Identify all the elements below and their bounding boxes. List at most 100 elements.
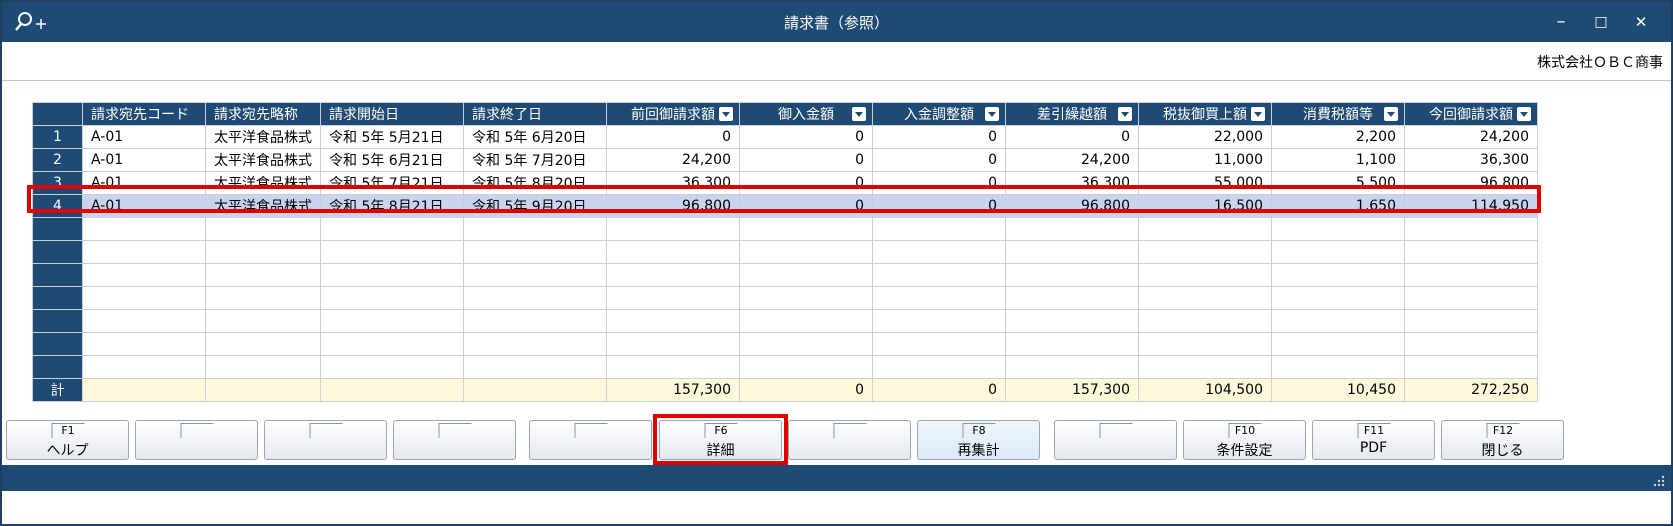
filter-dropdown-icon[interactable] xyxy=(1517,107,1531,121)
table-row[interactable]: 3 A-01 太平洋食品株式 令和 5年 7月21日 令和 5年 8月20日 3… xyxy=(32,171,1538,195)
empty-row xyxy=(32,355,1538,379)
button-label: 詳細 xyxy=(706,443,735,459)
f2-button[interactable] xyxy=(135,420,258,460)
column-header-start[interactable]: 請求開始日 xyxy=(320,102,464,126)
cell-end: 令和 5年 8月20日 xyxy=(463,171,607,195)
table-row[interactable]: 1 A-01 太平洋食品株式 令和 5年 5月21日 令和 5年 6月20日 0… xyxy=(32,125,1538,149)
cell-carry: 24,200 xyxy=(1005,148,1139,172)
cell-prev: 96,800 xyxy=(606,194,740,218)
f4-button[interactable] xyxy=(393,420,516,460)
cell-paid: 0 xyxy=(739,194,873,218)
f1-help-button[interactable]: F1 ヘルプ xyxy=(6,420,129,460)
f6-detail-button[interactable]: F6 詳細 xyxy=(659,420,782,460)
f8-recalculate-button[interactable]: F8 再集計 xyxy=(917,420,1040,460)
cell-paid: 0 xyxy=(739,125,873,149)
resize-grip-icon[interactable] xyxy=(1653,475,1665,487)
cell-prev: 36,300 xyxy=(606,171,740,195)
close-button[interactable]: ✕ xyxy=(1626,8,1656,36)
key-label: F12 xyxy=(1486,423,1519,438)
filter-dropdown-icon[interactable] xyxy=(985,107,999,121)
function-key-bar: F1 ヘルプ F6 詳細 F8 再集計 F10 条件設定 F11 PDF F12 閉じる xyxy=(2,420,1671,462)
cell-tax: 1,650 xyxy=(1271,194,1405,218)
empty-row xyxy=(32,332,1538,356)
filter-dropdown-icon[interactable] xyxy=(852,107,866,121)
company-name: 株式会社ＯＢＣ商事 xyxy=(1537,55,1663,71)
cell-adj: 0 xyxy=(872,148,1006,172)
cell-sales: 16,500 xyxy=(1138,194,1272,218)
maximize-button[interactable]: □ xyxy=(1586,8,1616,36)
row-number xyxy=(32,240,83,264)
key-label: F8 xyxy=(962,423,995,438)
column-header-name[interactable]: 請求宛先略称 xyxy=(205,102,321,126)
cell-end: 令和 5年 9月20日 xyxy=(463,194,607,218)
key-label: F6 xyxy=(704,423,737,438)
total-paid: 0 xyxy=(739,378,873,402)
key-label xyxy=(574,423,607,438)
filter-dropdown-icon[interactable] xyxy=(719,107,733,121)
cell-name: 太平洋食品株式 xyxy=(205,171,321,195)
column-header-code[interactable]: 請求宛先コード xyxy=(82,102,206,126)
status-bar xyxy=(2,465,1671,491)
column-header-total[interactable]: 今回御請求額 xyxy=(1404,102,1538,126)
row-number: 3 xyxy=(32,171,83,195)
cell-adj: 0 xyxy=(872,194,1006,218)
button-label: ヘルプ xyxy=(46,443,89,459)
row-number xyxy=(32,286,83,310)
key-label xyxy=(309,423,342,438)
filter-dropdown-icon[interactable] xyxy=(1118,107,1132,121)
cell-carry: 0 xyxy=(1005,125,1139,149)
f9-button[interactable] xyxy=(1054,420,1177,460)
f10-conditions-button[interactable]: F10 条件設定 xyxy=(1183,420,1306,460)
column-header-label: 御入金額 xyxy=(778,107,834,123)
minimize-button[interactable]: – xyxy=(1546,8,1576,36)
total-adj: 0 xyxy=(872,378,1006,402)
cell-paid: 0 xyxy=(739,171,873,195)
cell-prev: 24,200 xyxy=(606,148,740,172)
f3-button[interactable] xyxy=(264,420,387,460)
cell-sales: 22,000 xyxy=(1138,125,1272,149)
row-number: 1 xyxy=(32,125,83,149)
cell-tax: 1,100 xyxy=(1271,148,1405,172)
cell-code: A-01 xyxy=(82,171,206,195)
cell-prev: 0 xyxy=(606,125,740,149)
table-row[interactable]: 2 A-01 太平洋食品株式 令和 5年 6月21日 令和 5年 7月20日 2… xyxy=(32,148,1538,172)
column-header-tax[interactable]: 消費税額等 xyxy=(1271,102,1405,126)
button-label: 閉じる xyxy=(1481,443,1524,459)
key-label: F10 xyxy=(1228,423,1261,438)
row-number xyxy=(32,332,83,356)
total-amount: 272,250 xyxy=(1404,378,1538,402)
table-row-selected[interactable]: 4 A-01 太平洋食品株式 令和 5年 8月21日 令和 5年 9月20日 9… xyxy=(32,194,1538,218)
f11-pdf-button[interactable]: F11 PDF xyxy=(1312,420,1435,460)
cell-code: A-01 xyxy=(82,125,206,149)
column-header-paid[interactable]: 御入金額 xyxy=(739,102,873,126)
cell-name: 太平洋食品株式 xyxy=(205,125,321,149)
cell-start: 令和 5年 8月21日 xyxy=(320,194,464,218)
grid-header-row: 請求宛先コード 請求宛先略称 請求開始日 請求終了日 前回御請求額 御入金額 入… xyxy=(32,102,1538,126)
button-label: 条件設定 xyxy=(1216,443,1273,459)
filter-dropdown-icon[interactable] xyxy=(1251,107,1265,121)
cell-start: 令和 5年 7月21日 xyxy=(320,171,464,195)
cell-tax: 5,500 xyxy=(1271,171,1405,195)
cell-end: 令和 5年 7月20日 xyxy=(463,148,607,172)
column-header-end[interactable]: 請求終了日 xyxy=(463,102,607,126)
cell-paid: 0 xyxy=(739,148,873,172)
column-header-adj[interactable]: 入金調整額 xyxy=(872,102,1006,126)
cell-code: A-01 xyxy=(82,194,206,218)
row-number xyxy=(32,263,83,287)
column-header-carry[interactable]: 差引繰越額 xyxy=(1005,102,1139,126)
f7-button[interactable] xyxy=(788,420,911,460)
column-header-sales[interactable]: 税抜御買上額 xyxy=(1138,102,1272,126)
empty-row xyxy=(32,286,1538,310)
key-label xyxy=(438,423,471,438)
column-header-label: 消費税額等 xyxy=(1303,107,1373,123)
filter-dropdown-icon[interactable] xyxy=(1384,107,1398,121)
total-sales: 104,500 xyxy=(1138,378,1272,402)
cell-name: 太平洋食品株式 xyxy=(205,148,321,172)
cell-total: 114,950 xyxy=(1404,194,1538,218)
button-label: PDF xyxy=(1359,440,1388,456)
f5-button[interactable] xyxy=(529,420,652,460)
column-header-label: 前回御請求額 xyxy=(631,107,715,123)
key-label: F1 xyxy=(51,423,84,438)
f12-close-button[interactable]: F12 閉じる xyxy=(1441,420,1564,460)
column-header-prev[interactable]: 前回御請求額 xyxy=(606,102,740,126)
